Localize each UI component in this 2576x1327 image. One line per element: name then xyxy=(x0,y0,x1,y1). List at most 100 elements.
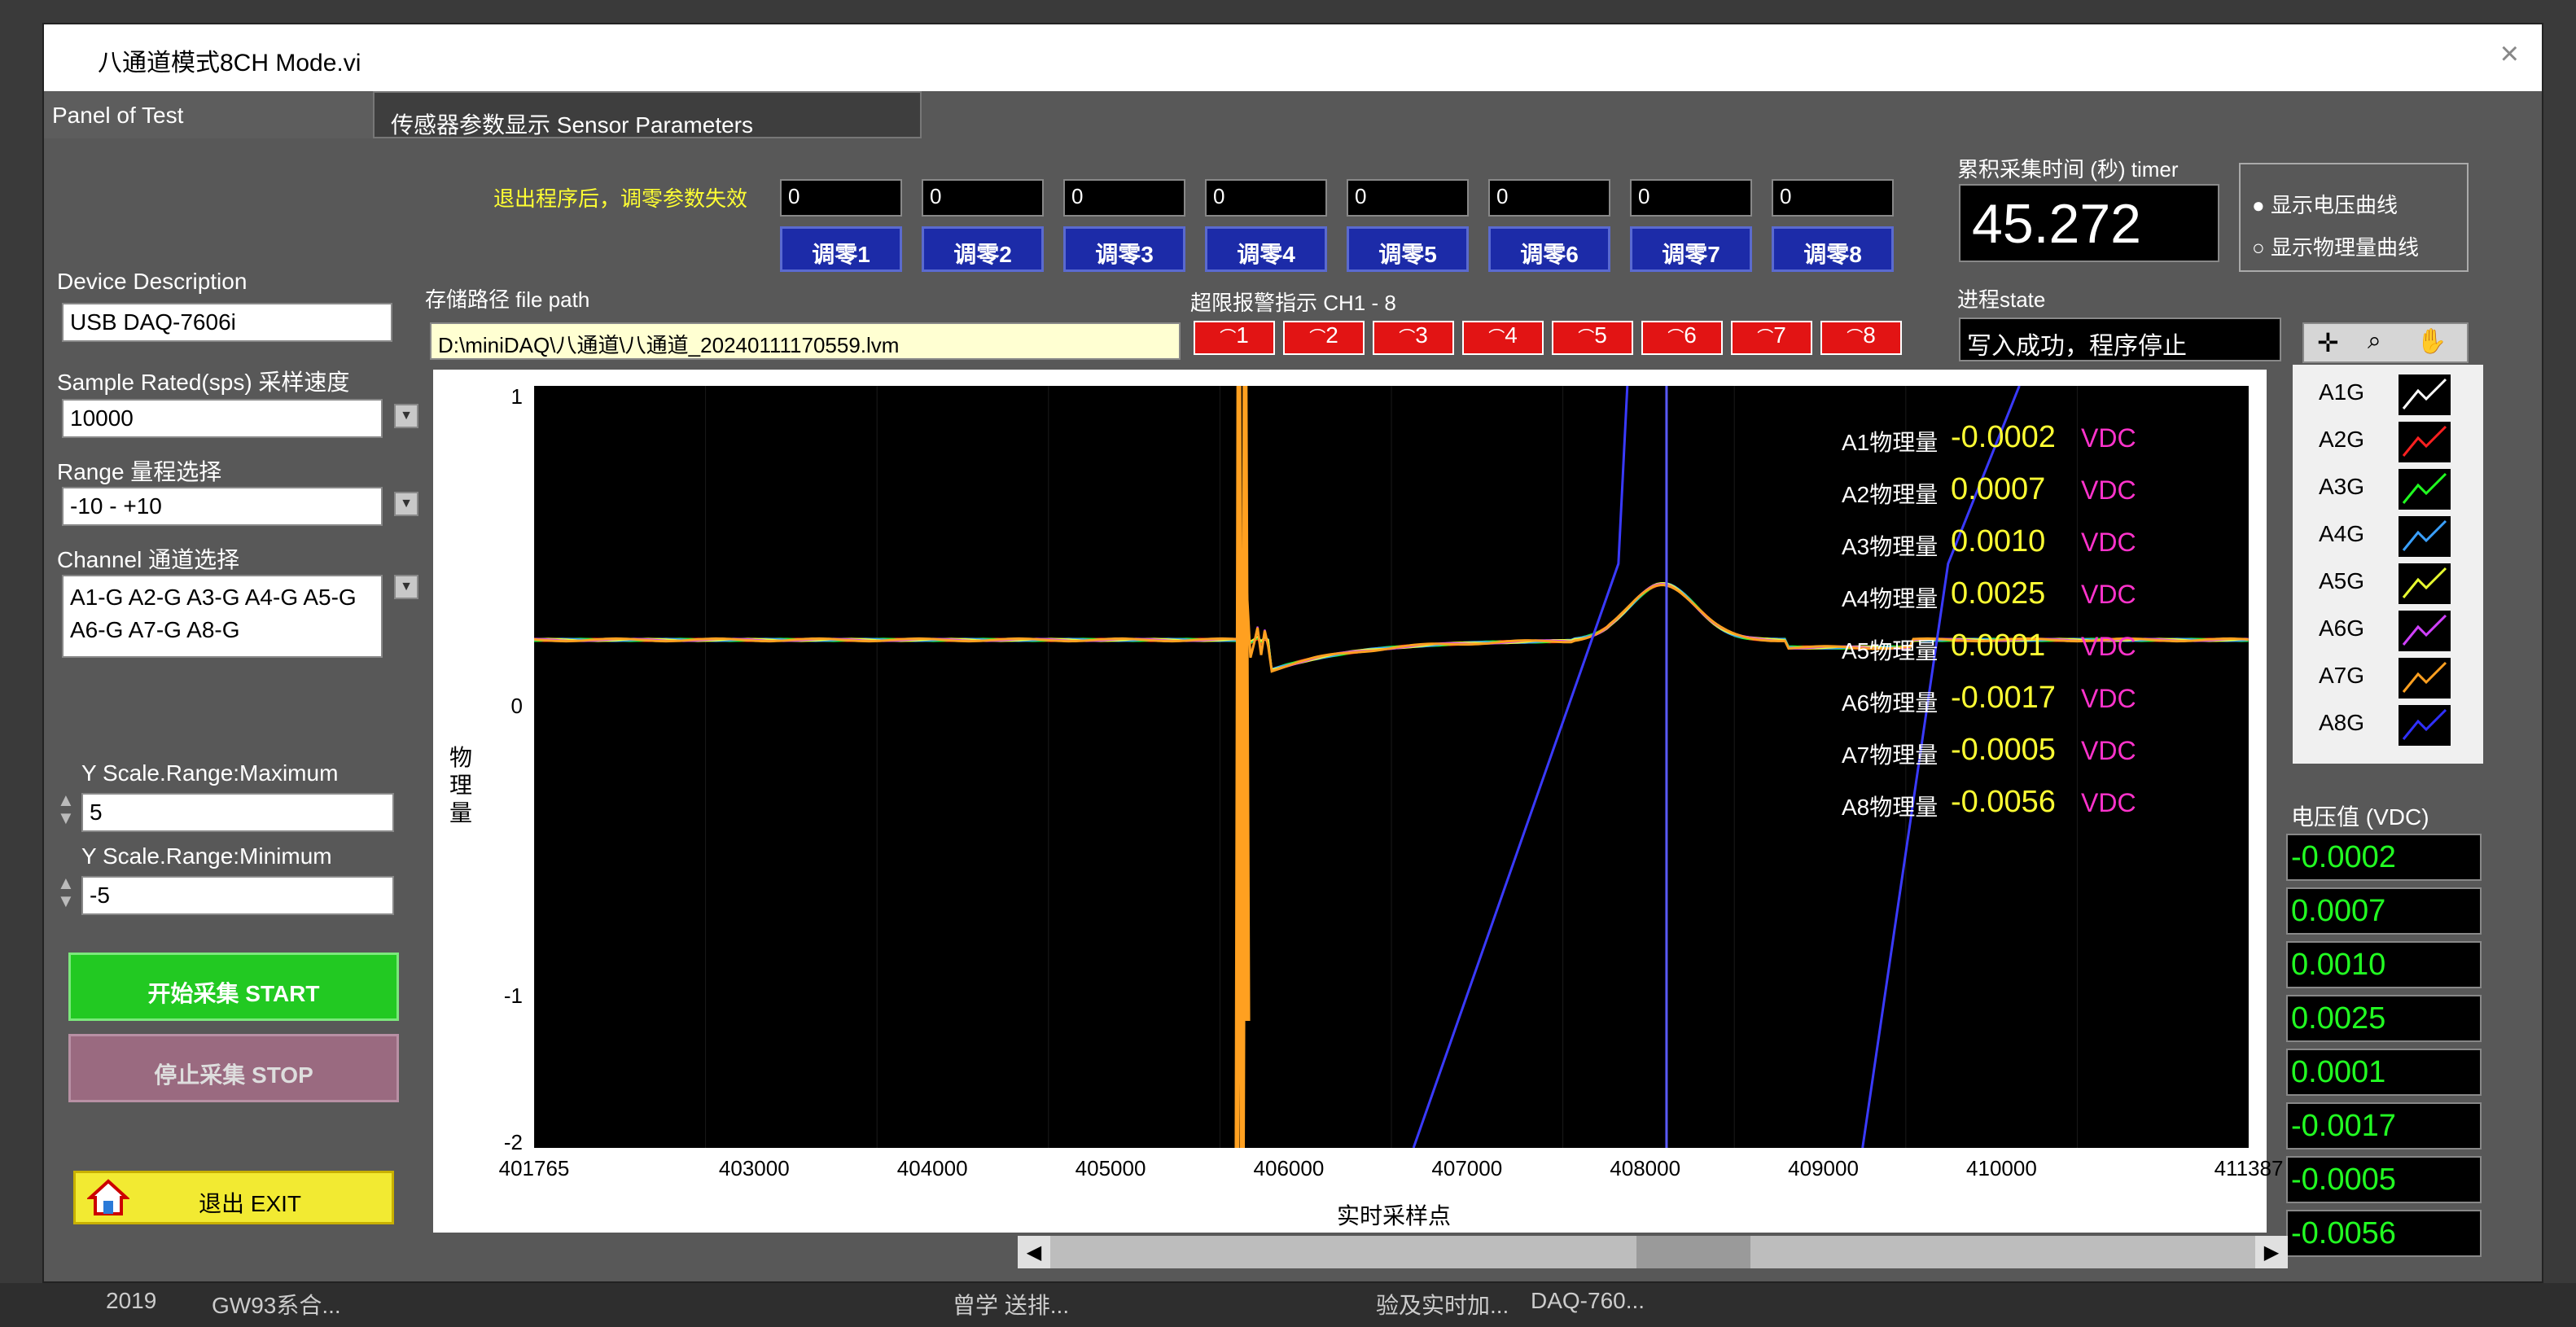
ymax-stepper-icon[interactable]: ▲ ▼ xyxy=(57,791,75,827)
zero-button[interactable]: 调零4 xyxy=(1205,226,1327,272)
taskbar-item[interactable]: DAQ-760... xyxy=(1531,1288,1645,1314)
legend-item[interactable]: A4G xyxy=(2293,513,2483,560)
legend-item[interactable]: A1G xyxy=(2293,371,2483,418)
channel-field[interactable]: A1-G A2-G A3-G A4-G A5-G A6-G A7-G A8-G xyxy=(62,575,383,658)
alarm-wave-icon: ⌒ xyxy=(1309,329,1326,347)
ymax-field[interactable]: 5 xyxy=(81,793,394,832)
readout-value: 0.0001 xyxy=(1951,628,2046,663)
close-icon[interactable]: × xyxy=(2500,36,2519,72)
x-tick-label: 406000 xyxy=(1253,1156,1325,1180)
readout-label: A7物理量 xyxy=(1842,742,1939,768)
exit-button[interactable]: 退出 EXIT xyxy=(73,1171,394,1224)
range-field[interactable]: -10 - +10 xyxy=(62,487,383,526)
zero-button[interactable]: 调零1 xyxy=(780,226,902,272)
readout-value: -0.0017 xyxy=(1951,681,2056,715)
device-description-field[interactable]: USB DAQ-7606i xyxy=(62,303,392,342)
readout-unit: VDC xyxy=(2081,475,2136,505)
offset-input[interactable]: 0 xyxy=(922,179,1044,217)
voltage-value: -0.0002 xyxy=(2286,834,2482,881)
waveform-graph: 物理量 A1物理量 -0.0002 VDC A2物理量 0.0007 VDC A3物理量 0.… xyxy=(433,370,2283,1233)
legend-swatch-icon xyxy=(2399,374,2451,415)
hand-pan-icon[interactable]: ✋ xyxy=(2416,327,2447,356)
mode-voltage-option[interactable]: ● 显示电压曲线 xyxy=(2252,189,2398,219)
device-description-label: Device Description xyxy=(57,269,248,294)
scroll-left-icon[interactable]: ◀ xyxy=(1018,1236,1050,1268)
readout-label: A3物理量 xyxy=(1842,534,1939,559)
zero-button[interactable]: 调零2 xyxy=(922,226,1044,272)
readout-label: A2物理量 xyxy=(1842,482,1939,507)
scroll-right-icon[interactable]: ▶ xyxy=(2255,1236,2288,1268)
alarm-number: 6 xyxy=(1684,322,1697,348)
zero-button[interactable]: 调零7 xyxy=(1630,226,1752,272)
offset-input[interactable]: 0 xyxy=(1630,179,1752,217)
zero-button[interactable]: 调零5 xyxy=(1347,226,1469,272)
legend-label: A1G xyxy=(2319,379,2365,405)
crosshair-icon[interactable]: ✛ xyxy=(2317,327,2339,358)
x-tick-label: 408000 xyxy=(1610,1156,1681,1180)
plot-area[interactable]: A1物理量 -0.0002 VDC A2物理量 0.0007 VDC A3物理量 0.0010… xyxy=(534,386,2249,1148)
offset-input[interactable]: 0 xyxy=(1205,179,1327,217)
offset-input[interactable]: 0 xyxy=(1347,179,1469,217)
display-mode-group: ● 显示电压曲线 ○ 显示物理量曲线 xyxy=(2239,163,2469,272)
x-tick-label: 407000 xyxy=(1431,1156,1503,1180)
graph-palette: ✛ ⌕ ✋ xyxy=(2302,322,2469,363)
horizontal-scrollbar[interactable]: ◀ ▶ xyxy=(1018,1236,2288,1268)
readout-value: 0.0010 xyxy=(1951,524,2046,558)
taskbar-item[interactable]: GW93系合... xyxy=(212,1288,341,1320)
offset-input[interactable]: 0 xyxy=(780,179,902,217)
offset-input[interactable]: 0 xyxy=(1063,179,1185,217)
tab-panel-of-test[interactable]: Panel of Test xyxy=(44,91,373,138)
legend-label: A3G xyxy=(2319,474,2365,499)
legend-label: A6G xyxy=(2319,615,2365,641)
timer-label: 累积采集时间 (秒) timer xyxy=(1957,157,2179,182)
y-tick-label: -2 xyxy=(503,1130,523,1154)
tab-sensor-parameters[interactable]: 传感器参数显示 Sensor Parameters xyxy=(373,91,922,138)
legend-item[interactable]: A8G xyxy=(2293,702,2483,749)
readout-value: 0.0025 xyxy=(1951,576,2046,611)
zero-button[interactable]: 调零3 xyxy=(1063,226,1185,272)
offset-input[interactable]: 0 xyxy=(1772,179,1894,217)
file-path-field[interactable]: D:\miniDAQ\八通道\八通道_20240111170559.lvm xyxy=(430,322,1181,360)
legend-item[interactable]: A7G xyxy=(2293,655,2483,702)
stop-button[interactable]: 停止采集 STOP xyxy=(68,1034,399,1102)
alarm-label: 超限报警指示 CH1 - 8 xyxy=(1190,291,1396,315)
timer-display: 45.272 xyxy=(1959,184,2219,262)
readout-label: A6物理量 xyxy=(1842,690,1939,716)
taskbar-item[interactable]: 曾学 送排... xyxy=(953,1288,1069,1320)
readout-label: A4物理量 xyxy=(1842,586,1939,611)
legend-item[interactable]: A2G xyxy=(2293,418,2483,466)
y-tick-label: 1 xyxy=(510,384,523,409)
offset-input[interactable]: 0 xyxy=(1488,179,1610,217)
taskbar: 2019 GW93系合... 曾学 送排... 验及实时加... DAQ-760… xyxy=(0,1283,2576,1327)
start-button[interactable]: 开始采集 START xyxy=(68,953,399,1021)
readout-unit: VDC xyxy=(2081,684,2136,713)
alarm-indicator: ⌒8 xyxy=(1820,321,1902,355)
ymin-field[interactable]: -5 xyxy=(81,876,394,915)
x-tick-label: 401765 xyxy=(498,1156,570,1180)
legend-label: A8G xyxy=(2319,710,2365,735)
scroll-thumb[interactable] xyxy=(1636,1236,1750,1268)
mode-physical-option[interactable]: ○ 显示物理量曲线 xyxy=(2252,231,2419,261)
zoom-icon[interactable]: ⌕ xyxy=(2368,327,2381,355)
app-window: 八通道模式8CH Mode.vi × Panel of Test 传感器参数显示… xyxy=(42,23,2543,1283)
alarm-indicator: ⌒4 xyxy=(1462,321,1544,355)
sample-rate-field[interactable]: 10000 xyxy=(62,399,383,438)
range-dropdown-icon[interactable]: ▼ xyxy=(394,492,418,516)
alarm-number: 4 xyxy=(1505,322,1518,348)
taskbar-item[interactable]: 验及实时加... xyxy=(1376,1288,1509,1320)
ymin-stepper-icon[interactable]: ▲ ▼ xyxy=(57,874,75,910)
readout-unit: VDC xyxy=(2081,423,2136,453)
channel-dropdown-icon[interactable]: ▼ xyxy=(394,575,418,599)
window-title: 八通道模式8CH Mode.vi xyxy=(98,50,361,77)
legend-item[interactable]: A3G xyxy=(2293,466,2483,513)
legend-item[interactable]: A6G xyxy=(2293,607,2483,655)
zero-button[interactable]: 调零6 xyxy=(1488,226,1610,272)
sample-rate-dropdown-icon[interactable]: ▼ xyxy=(394,404,418,428)
voltage-value: -0.0017 xyxy=(2286,1102,2482,1150)
sample-rate-label: Sample Rated(sps) 采样速度 xyxy=(57,370,350,395)
zero-button[interactable]: 调零8 xyxy=(1772,226,1894,272)
legend-item[interactable]: A5G xyxy=(2293,560,2483,607)
offset-note: 退出程序后，调零参数失效 xyxy=(493,186,748,211)
taskbar-item[interactable]: 2019 xyxy=(106,1288,156,1314)
trace-spike xyxy=(1234,386,1251,1148)
